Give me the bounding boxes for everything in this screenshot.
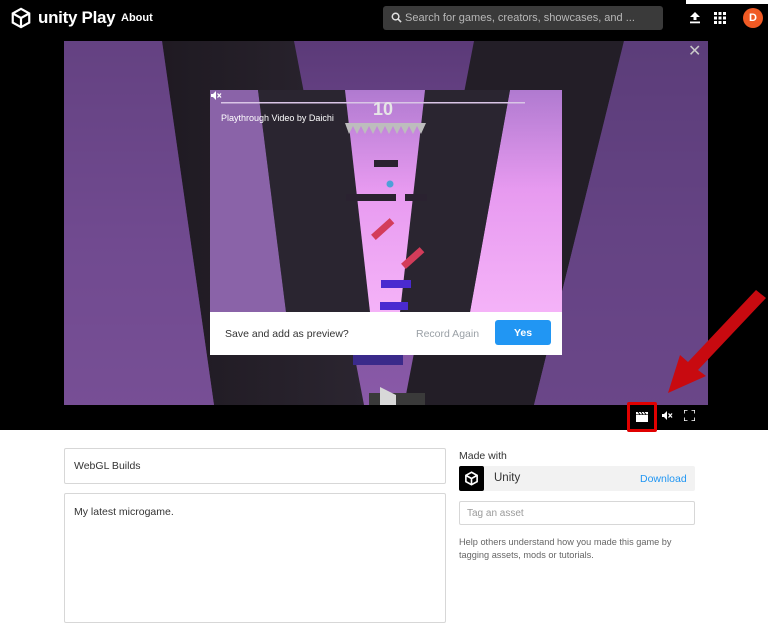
- video-frame: [210, 90, 562, 312]
- apps-grid-icon[interactable]: [714, 12, 726, 24]
- unity-logo: [459, 466, 484, 491]
- mute-icon[interactable]: [661, 410, 673, 421]
- tag-asset-input[interactable]: [459, 501, 695, 525]
- search-icon: [391, 12, 402, 23]
- top-nav: unity Play About D: [0, 0, 768, 40]
- nav-corner-strip: [686, 0, 768, 4]
- record-video-button[interactable]: [627, 402, 657, 432]
- brand-name: unity Play: [38, 8, 116, 27]
- playthrough-video[interactable]: Playthrough Video by Daichi 10: [210, 90, 562, 312]
- fullscreen-icon[interactable]: [684, 410, 695, 421]
- game-description-field[interactable]: My latest microgame.: [64, 493, 446, 623]
- upload-icon[interactable]: [689, 11, 701, 24]
- game-stage: ✕ Playthrough Video by Daichi 10 Save an…: [0, 40, 768, 432]
- made-with-label: Made with: [459, 450, 507, 462]
- unity-play-logo[interactable]: unity Play: [10, 7, 116, 29]
- engine-row: Unity Download: [459, 466, 695, 491]
- search-input[interactable]: [405, 6, 655, 30]
- preview-modal: Playthrough Video by Daichi 10 Save and …: [210, 90, 562, 355]
- modal-footer: Save and add as preview? Record Again Ye…: [210, 312, 562, 355]
- search-bar[interactable]: [383, 6, 663, 30]
- mute-icon[interactable]: [210, 90, 222, 101]
- download-link[interactable]: Download: [640, 473, 687, 485]
- clapperboard-icon: [636, 412, 648, 422]
- video-score: 10: [373, 99, 394, 119]
- video-label: Playthrough Video by Daichi: [221, 113, 334, 123]
- modal-question: Save and add as preview?: [225, 328, 349, 340]
- game-viewport[interactable]: ✕ Playthrough Video by Daichi 10 Save an…: [64, 41, 708, 405]
- help-text: Help others understand how you made this…: [459, 537, 672, 560]
- nav-about-link[interactable]: About: [121, 12, 153, 24]
- game-title-field[interactable]: [64, 448, 446, 484]
- close-icon[interactable]: ✕: [688, 44, 701, 60]
- record-again-button[interactable]: Record Again: [416, 328, 479, 340]
- user-avatar[interactable]: D: [743, 8, 763, 28]
- engine-name: Unity: [494, 472, 521, 484]
- unity-cube-icon: [465, 471, 478, 486]
- yes-button[interactable]: Yes: [495, 320, 551, 345]
- unity-cube-icon: [11, 7, 31, 29]
